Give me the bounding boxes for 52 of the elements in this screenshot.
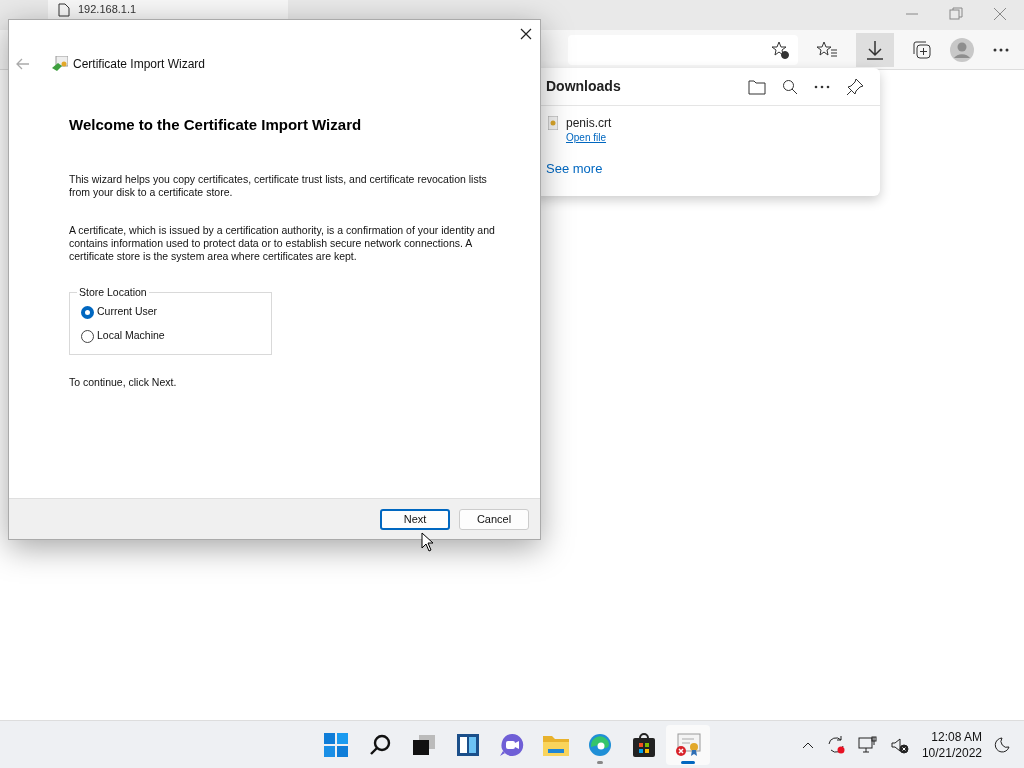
running-indicator: [681, 760, 695, 764]
edge-browser-icon: [588, 732, 612, 757]
open-file-link[interactable]: Open file: [566, 131, 612, 145]
window-title: Certificate Import Wizard: [73, 56, 206, 73]
radio-label: Local Machine: [97, 328, 165, 344]
running-indicator: [597, 760, 603, 764]
pin-icon[interactable]: [846, 77, 864, 96]
radio-option[interactable]: Current User: [81, 300, 260, 325]
network-icon[interactable]: [857, 735, 878, 754]
widgets-icon: [456, 732, 480, 757]
more-icon[interactable]: [992, 46, 1010, 53]
group-label: Store Location: [78, 284, 148, 300]
description-paragraph: This wizard helps you copy certificates, certificate trust lists, and certificate revocation lists from your disk to a certificate store.: [69, 172, 488, 199]
more-icon[interactable]: [814, 84, 830, 89]
favorites-icon[interactable]: [816, 39, 838, 60]
tab-title: 192.168.1.1: [78, 3, 137, 16]
sync-icon[interactable]: [825, 734, 846, 755]
muted-speaker-icon[interactable]: [889, 735, 910, 754]
chevron-up-icon[interactable]: [801, 740, 814, 749]
clock-date: 10/21/2022: [921, 744, 982, 761]
page-icon: [58, 3, 70, 17]
moon-icon[interactable]: [994, 736, 1010, 753]
flyout-title: Downloads: [546, 77, 621, 96]
dialog-button[interactable]: Next: [380, 508, 450, 530]
radio-button[interactable]: [81, 329, 94, 343]
description-paragraph: A certificate, which is issued by a certification authority, is a confirmation of your identity and contains information used to protect data or to establish secure network connections. A certificate store is the system area where certificates are kept.: [69, 223, 496, 263]
task-view-icon: [413, 734, 435, 755]
certificate-file-icon: [548, 116, 558, 130]
radio-option[interactable]: Local Machine: [81, 324, 260, 349]
certificate-icon: [675, 732, 701, 757]
folder-icon[interactable]: [748, 78, 766, 95]
clock-time: 12:08 AM: [931, 728, 982, 745]
collections-icon[interactable]: [912, 39, 932, 60]
search-icon: [368, 732, 392, 757]
search-icon[interactable]: [782, 78, 798, 95]
downloads-button[interactable]: [856, 32, 894, 67]
see-more-link[interactable]: See more: [546, 159, 603, 179]
avatar-icon[interactable]: [950, 37, 974, 62]
close-icon[interactable]: [520, 28, 532, 40]
radio-button[interactable]: [81, 305, 94, 319]
download-icon: [866, 39, 884, 60]
folder-icon: [543, 733, 569, 756]
add-favorite-icon[interactable]: [770, 39, 790, 60]
store-bag-icon: [633, 732, 655, 757]
windows-logo-icon: [324, 732, 348, 757]
chat-icon: [499, 732, 525, 757]
continue-instruction: To continue, click Next.: [69, 375, 178, 391]
dialog-button[interactable]: Cancel: [459, 508, 529, 530]
certificate-wizard-icon: [52, 56, 68, 72]
radio-label: Current User: [97, 304, 158, 320]
wizard-heading: Welcome to the Certificate Import Wizard: [69, 115, 363, 135]
file-name: penis.crt: [566, 116, 612, 131]
